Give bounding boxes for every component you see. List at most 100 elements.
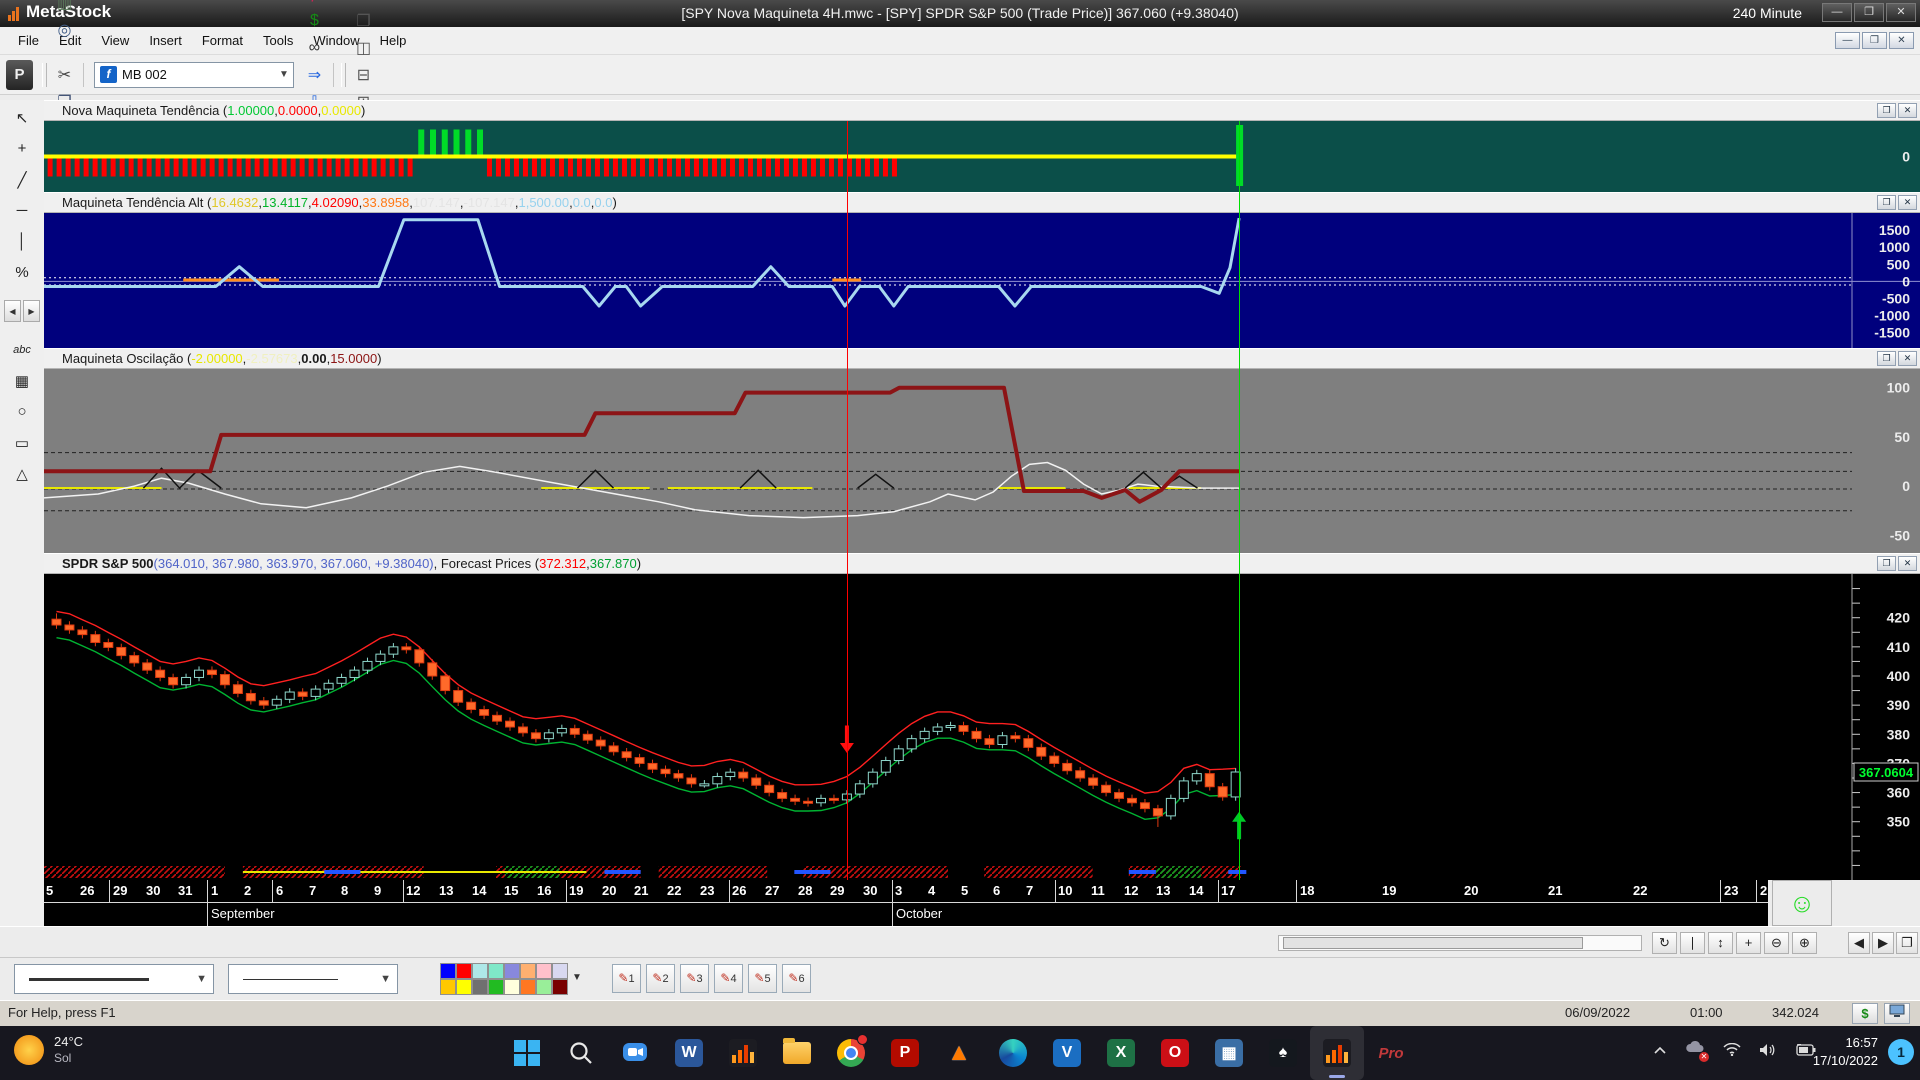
oscillation-panel-chart[interactable]: 100 50 0 -50 bbox=[44, 369, 1920, 553]
refresh-button[interactable]: ↻ bbox=[1652, 932, 1677, 954]
vscode-app[interactable]: V bbox=[1040, 1026, 1094, 1080]
excel-app[interactable]: X bbox=[1094, 1026, 1148, 1080]
taskbar-clock[interactable]: 16:57 17/10/2022 bbox=[1813, 1034, 1878, 1070]
calc-app[interactable]: ▦ bbox=[1202, 1026, 1256, 1080]
wifi-icon[interactable] bbox=[1723, 1043, 1741, 1056]
menu-view[interactable]: View bbox=[91, 29, 139, 52]
chrome-app[interactable] bbox=[824, 1026, 878, 1080]
chevron-down-icon[interactable]: ▼ bbox=[275, 69, 293, 80]
line-study-button-6[interactable]: ✎6 bbox=[782, 964, 811, 993]
poker-app[interactable]: ♠ bbox=[1256, 1026, 1310, 1080]
page-left-button[interactable]: ◀ bbox=[1848, 932, 1870, 954]
cascade-windows-icon[interactable]: ❐ bbox=[350, 7, 377, 34]
close-button[interactable]: ✕ bbox=[1886, 3, 1916, 22]
tile-vertical-icon[interactable]: ⊟ bbox=[350, 61, 377, 88]
trend-alt-panel-chart[interactable]: 1500 1000 500 0 -500 -1000 -1500 bbox=[44, 213, 1920, 348]
color-swatch[interactable] bbox=[504, 963, 520, 979]
horizontal-line-tool[interactable]: ─ bbox=[7, 197, 37, 224]
chart-app[interactable] bbox=[716, 1026, 770, 1080]
weather-widget[interactable]: 24°C Sol bbox=[14, 1034, 83, 1066]
chat-app[interactable] bbox=[608, 1026, 662, 1080]
vertical-line-tool[interactable]: │ bbox=[7, 228, 37, 255]
monitor-status-button[interactable] bbox=[1884, 1003, 1910, 1024]
color-swatch[interactable] bbox=[520, 979, 536, 995]
edge-app[interactable] bbox=[986, 1026, 1040, 1080]
panel-restore-button[interactable]: ❐ bbox=[1877, 103, 1896, 118]
word-app[interactable]: W bbox=[662, 1026, 716, 1080]
color-swatch[interactable] bbox=[536, 979, 552, 995]
chevron-down-icon[interactable]: ▼ bbox=[380, 973, 391, 985]
panel-close-button[interactable]: ✕ bbox=[1898, 556, 1917, 571]
explorer-binoculars-icon[interactable]: ∞ bbox=[301, 34, 328, 61]
panel-close-button[interactable]: ✕ bbox=[1898, 195, 1917, 210]
page-right-button[interactable]: ▶ bbox=[1872, 932, 1894, 954]
price-panel-chart[interactable]: 420410400390380370360350367.0604 bbox=[44, 574, 1920, 880]
scrollbar-thumb[interactable] bbox=[1283, 937, 1583, 949]
menu-format[interactable]: Format bbox=[192, 29, 253, 52]
color-swatch[interactable] bbox=[536, 963, 552, 979]
line-study-button-5[interactable]: ✎5 bbox=[748, 964, 777, 993]
dollar-status-button[interactable]: $ bbox=[1852, 1003, 1878, 1024]
color-swatch[interactable] bbox=[504, 979, 520, 995]
pan-button[interactable]: + bbox=[1736, 932, 1761, 954]
panel-restore-button[interactable]: ❐ bbox=[1877, 556, 1896, 571]
zoom-out-button[interactable]: ⊖ bbox=[1764, 932, 1789, 954]
onedrive-error-icon[interactable]: ✕ bbox=[1685, 1040, 1709, 1062]
notification-badge[interactable]: 1 bbox=[1888, 1039, 1914, 1065]
color-swatch[interactable] bbox=[440, 963, 456, 979]
fibonacci-tool[interactable]: % bbox=[7, 259, 37, 286]
child-restore-button[interactable]: ❐ bbox=[1862, 32, 1887, 49]
color-swatch[interactable] bbox=[472, 963, 488, 979]
cut-icon[interactable]: ✂ bbox=[51, 61, 78, 88]
pointer-tool[interactable]: ↖ bbox=[7, 104, 37, 131]
color-swatch[interactable] bbox=[552, 979, 568, 995]
minimize-button[interactable]: — bbox=[1822, 3, 1852, 22]
tile-horizontal-icon[interactable]: ◫ bbox=[350, 34, 377, 61]
expert-dollar-icon[interactable]: $ bbox=[301, 7, 328, 34]
line-study-button-3[interactable]: ✎3 bbox=[680, 964, 709, 993]
vertical-scale-button[interactable]: ↕ bbox=[1708, 932, 1733, 954]
color-swatch[interactable] bbox=[488, 963, 504, 979]
color-swatch[interactable] bbox=[456, 963, 472, 979]
start-button[interactable] bbox=[500, 1026, 554, 1080]
panel-close-button[interactable]: ✕ bbox=[1898, 103, 1917, 118]
line-study-button-2[interactable]: ✎2 bbox=[646, 964, 675, 993]
pro-app[interactable]: Pro bbox=[1364, 1026, 1418, 1080]
menu-file[interactable]: File bbox=[8, 29, 49, 52]
child-minimize-button[interactable]: — bbox=[1835, 32, 1860, 49]
indicator-builder-icon[interactable]: ƒ bbox=[301, 0, 328, 7]
trend-panel-chart[interactable]: 0 bbox=[44, 121, 1920, 192]
menu-tools[interactable]: Tools bbox=[253, 29, 303, 52]
symbol-grid-tool[interactable]: ▦ bbox=[7, 367, 37, 394]
line-study-button-4[interactable]: ✎4 bbox=[714, 964, 743, 993]
opera-app[interactable]: O bbox=[1148, 1026, 1202, 1080]
page-end-button[interactable]: ❐ bbox=[1896, 932, 1918, 954]
restore-button[interactable]: ❐ bbox=[1854, 3, 1884, 22]
triangle-tool[interactable]: △ bbox=[7, 460, 37, 487]
rectangle-tool[interactable]: ▭ bbox=[7, 429, 37, 456]
palette-dropdown-icon[interactable]: ▼ bbox=[572, 972, 582, 983]
line-study-button-1[interactable]: ✎1 bbox=[612, 964, 641, 993]
zoom-in-button[interactable]: ⊕ bbox=[1792, 932, 1817, 954]
ellipse-tool[interactable]: ○ bbox=[7, 398, 37, 425]
trendline-tool[interactable]: ╱ bbox=[7, 166, 37, 193]
explorer-app[interactable] bbox=[770, 1026, 824, 1080]
color-swatch[interactable] bbox=[552, 963, 568, 979]
search-button[interactable] bbox=[554, 1026, 608, 1080]
text-tool[interactable]: abc bbox=[7, 336, 37, 363]
menu-insert[interactable]: Insert bbox=[139, 29, 192, 52]
vlc-app[interactable]: ▲ bbox=[932, 1026, 986, 1080]
print-icon[interactable]: ▥ bbox=[51, 0, 78, 16]
color-swatch[interactable] bbox=[520, 963, 536, 979]
panel-restore-button[interactable]: ❐ bbox=[1877, 351, 1896, 366]
color-swatch[interactable] bbox=[456, 979, 472, 995]
layout-combo[interactable]: f MB 002 ▼ bbox=[94, 61, 294, 88]
color-swatch[interactable] bbox=[472, 979, 488, 995]
power-console-button[interactable]: P bbox=[6, 59, 33, 90]
volume-icon[interactable] bbox=[1759, 1043, 1776, 1057]
color-swatch[interactable] bbox=[488, 979, 504, 995]
metastock-app[interactable] bbox=[1310, 1026, 1364, 1080]
tray-chevron-icon[interactable] bbox=[1653, 1045, 1667, 1055]
pdf-app[interactable]: P bbox=[878, 1026, 932, 1080]
line-style-combo[interactable]: ▼ bbox=[14, 964, 214, 994]
